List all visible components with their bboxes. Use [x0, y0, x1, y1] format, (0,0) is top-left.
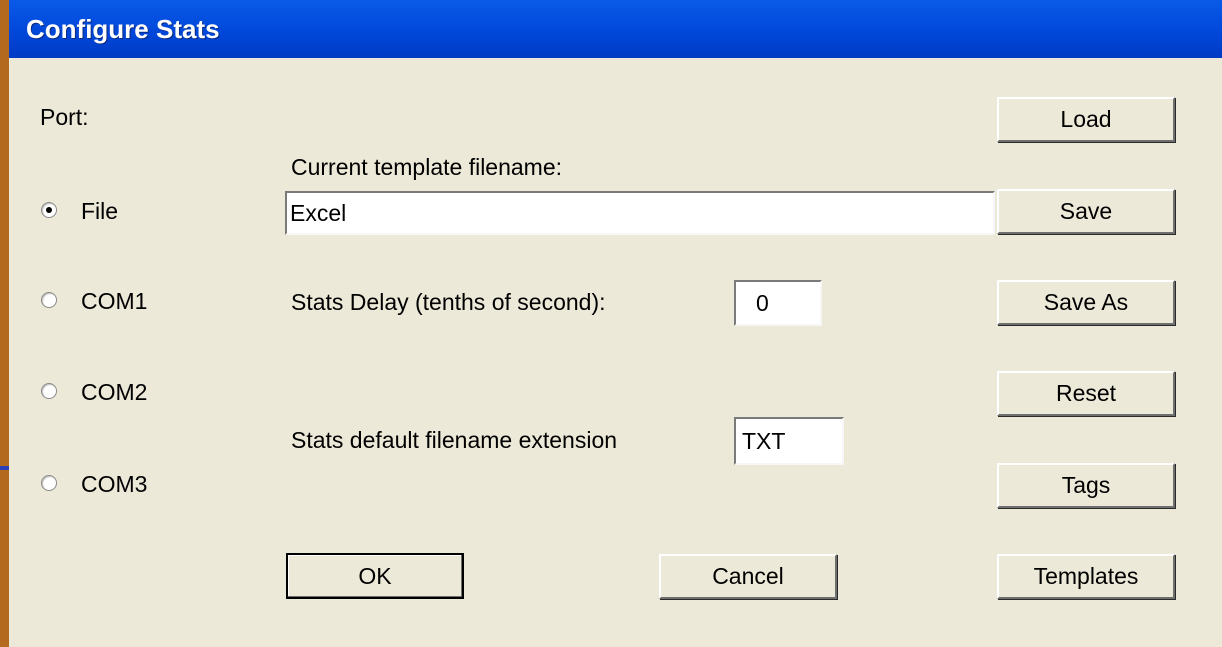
ok-button[interactable]: OK	[286, 553, 464, 599]
title-bar[interactable]: Configure Stats	[9, 0, 1222, 58]
frame-marker	[0, 466, 9, 470]
radio-selected-dot	[46, 207, 52, 213]
load-button[interactable]: Load	[997, 97, 1175, 142]
extension-label: Stats default filename extension	[291, 427, 618, 453]
window-frame-left	[0, 0, 9, 647]
templates-button[interactable]: Templates	[997, 554, 1175, 599]
radio-com1-button[interactable]	[41, 292, 57, 308]
template-filename-label: Current template filename:	[291, 154, 563, 180]
port-label: Port:	[40, 104, 89, 130]
stats-delay-label: Stats Delay (tenths of second):	[291, 289, 606, 315]
radio-com2-button[interactable]	[41, 383, 57, 399]
template-filename-value: Excel	[290, 199, 347, 226]
radio-file-button[interactable]	[41, 202, 57, 218]
extension-field[interactable]: TXT	[734, 417, 844, 465]
stats-delay-value: 0	[756, 289, 769, 316]
radio-com1-label: COM1	[81, 288, 148, 314]
radio-com3-label: COM3	[81, 471, 148, 497]
tags-button[interactable]: Tags	[997, 463, 1175, 508]
save-button[interactable]: Save	[997, 189, 1175, 234]
radio-file-label: File	[81, 198, 119, 224]
radio-com3-button[interactable]	[41, 475, 57, 491]
stats-delay-field[interactable]: 0	[734, 280, 822, 326]
radio-com2-label: COM2	[81, 379, 148, 405]
save-as-button[interactable]: Save As	[997, 280, 1175, 325]
extension-value: TXT	[742, 427, 786, 454]
template-filename-field[interactable]: Excel	[285, 191, 995, 235]
dialog-body: Port: File COM1 COM2 COM3 Current templa…	[9, 58, 1222, 647]
window-title: Configure Stats	[26, 14, 220, 44]
reset-button[interactable]: Reset	[997, 371, 1175, 416]
cancel-button[interactable]: Cancel	[659, 554, 837, 599]
